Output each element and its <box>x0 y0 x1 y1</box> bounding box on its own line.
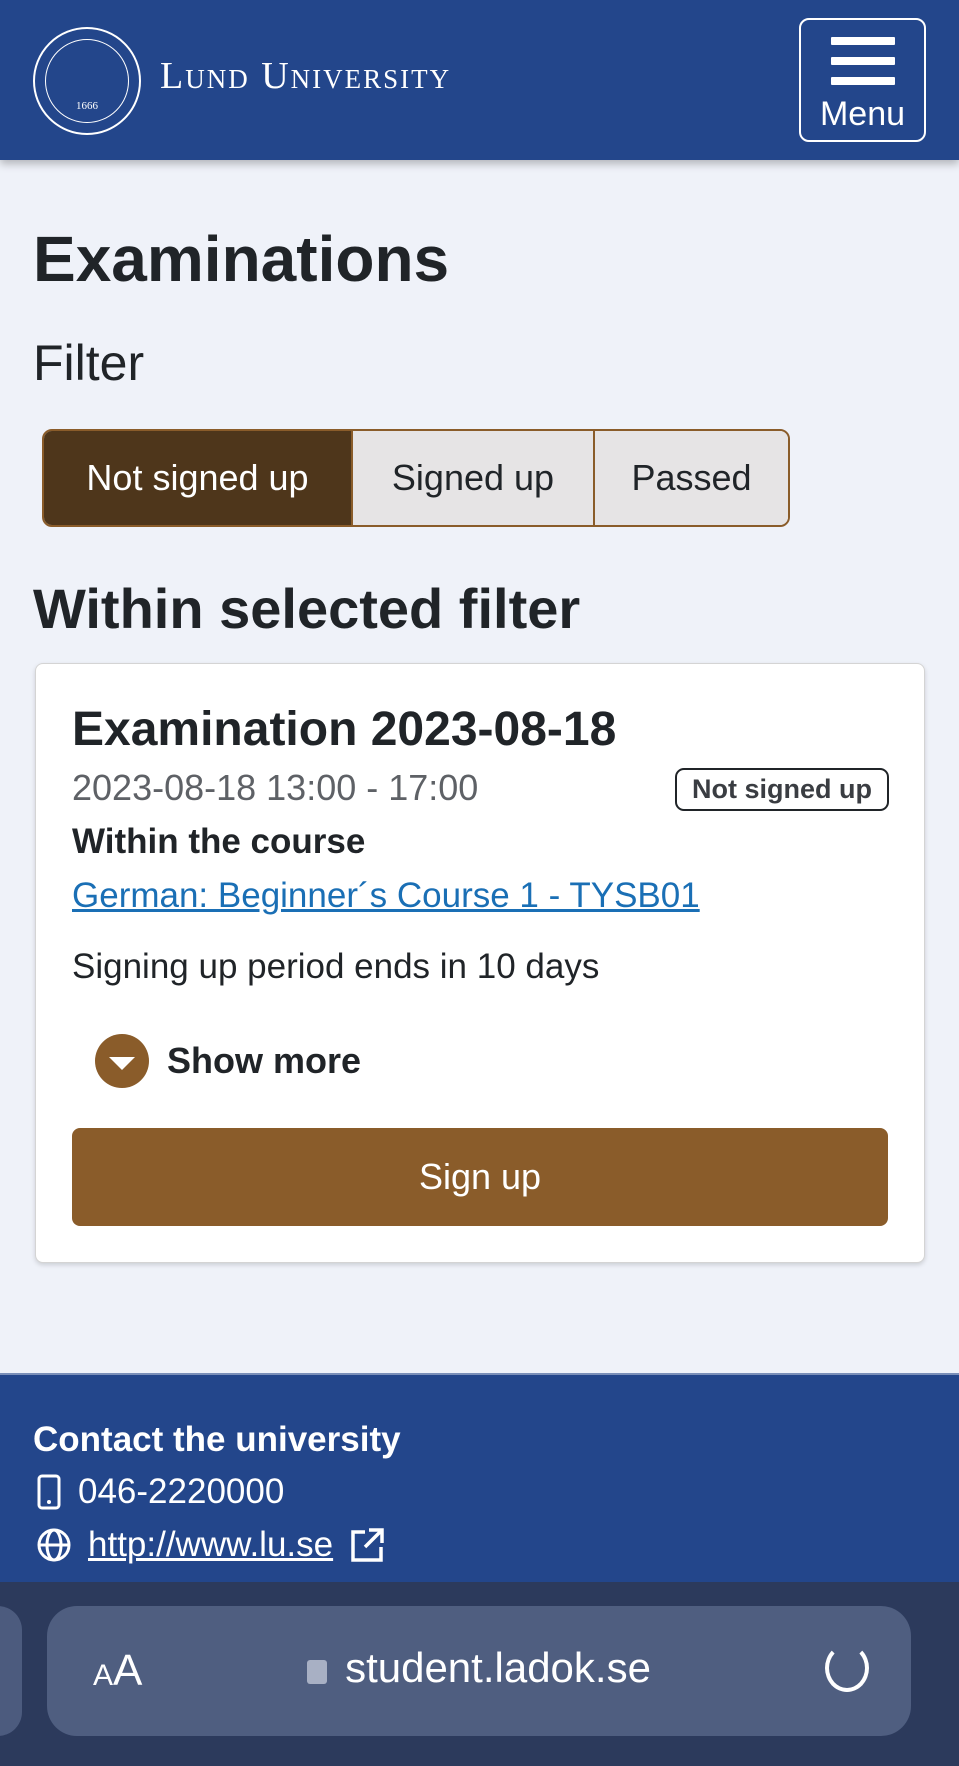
page-title: Examinations <box>33 223 450 295</box>
course-link[interactable]: German: Beginner´s Course 1 - TYSB01 <box>72 876 700 916</box>
university-seal-logo[interactable]: 1666 <box>33 27 141 135</box>
globe-icon <box>37 1528 71 1562</box>
chevron-down-icon <box>95 1034 149 1088</box>
filter-not-signed-up[interactable]: Not signed up <box>44 431 351 525</box>
status-badge: Not signed up <box>675 768 889 811</box>
filter-segmented-control: Not signed up Signed up Passed <box>42 429 790 527</box>
site-header: 1666 Lund University Menu <box>0 0 959 160</box>
menu-label: Menu <box>819 95 906 133</box>
website-row: http://www.lu.se <box>36 1525 385 1565</box>
website-link[interactable]: http://www.lu.se <box>88 1525 333 1565</box>
previous-tab-edge[interactable] <box>0 1606 22 1736</box>
menu-button[interactable]: Menu <box>799 18 926 142</box>
site-footer: Contact the university 046-2220000 http:… <box>0 1373 959 1582</box>
section-title: Within selected filter <box>33 577 581 640</box>
url-text: student.ladok.se <box>345 1644 651 1691</box>
sign-up-button[interactable]: Sign up <box>72 1128 888 1226</box>
show-more-toggle[interactable]: Show more <box>95 1034 361 1088</box>
filter-label: Filter <box>33 335 145 391</box>
exam-title: Examination 2023-08-18 <box>72 703 617 756</box>
course-heading: Within the course <box>72 822 366 861</box>
lock-icon <box>307 1660 328 1684</box>
reload-icon[interactable] <box>825 1644 869 1692</box>
phone-row: 046-2220000 <box>36 1472 284 1512</box>
address-bar[interactable]: AA student.ladok.se <box>47 1606 911 1736</box>
phone-icon <box>37 1474 61 1510</box>
browser-toolbar: AA student.ladok.se <box>0 1582 959 1766</box>
exam-datetime: 2023-08-18 13:00 - 17:00 <box>72 767 479 808</box>
signup-period-text: Signing up period ends in 10 days <box>72 947 600 986</box>
hamburger-icon <box>801 20 924 85</box>
phone-number[interactable]: 046-2220000 <box>78 1472 284 1512</box>
filter-passed[interactable]: Passed <box>593 431 788 525</box>
filter-signed-up[interactable]: Signed up <box>351 431 593 525</box>
examination-card: Examination 2023-08-18 2023-08-18 13:00 … <box>35 663 925 1263</box>
show-more-label: Show more <box>167 1040 362 1081</box>
university-name-logo[interactable]: Lund University <box>160 54 451 98</box>
external-link-icon <box>351 1528 384 1562</box>
contact-heading: Contact the university <box>33 1420 401 1459</box>
